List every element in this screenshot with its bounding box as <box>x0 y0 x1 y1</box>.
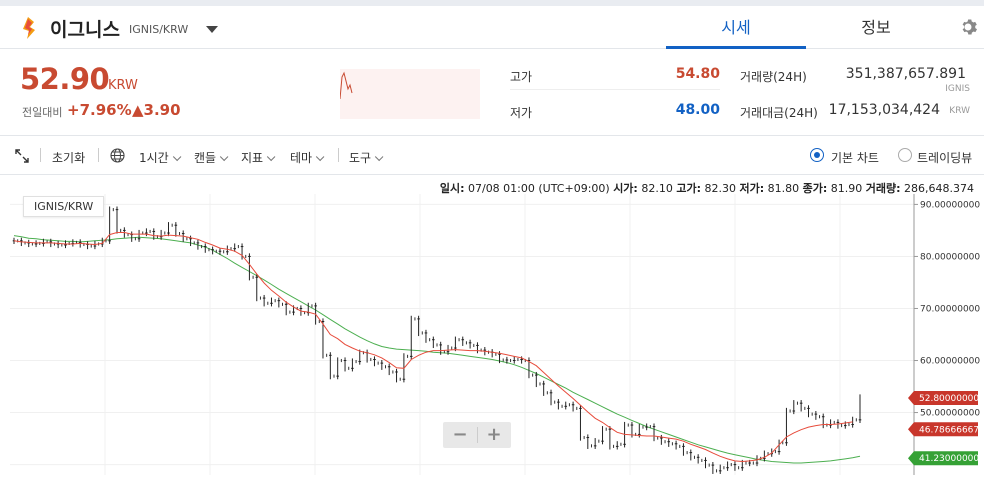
ohlc-readout: 일시: 07/08 01:00 (UTC+09:00) 시가: 82.10 고가… <box>440 180 974 196</box>
ignis-logo-icon <box>23 17 35 39</box>
gear-icon[interactable] <box>958 17 978 37</box>
symbol-tag: IGNIS/KRW <box>23 196 105 217</box>
divider <box>40 148 41 162</box>
low-label: 저가 <box>510 106 533 120</box>
ohlc-date: 07/08 01:00 (UTC+09:00) <box>467 182 610 195</box>
coin-header: 이그니스 IGNIS/KRW 시세 정보 <box>0 6 984 49</box>
ohlc-high: 82.30 <box>704 182 736 195</box>
candle-label: 캔들 <box>194 151 217 165</box>
y-tick-label: 50.00000000 <box>920 409 980 419</box>
low-row: 저가 48.00 <box>510 98 720 126</box>
coin-name: 이그니스 <box>50 19 120 41</box>
current-price: 52.90 <box>20 62 110 96</box>
ohlc-open-label: 시가: <box>613 182 638 195</box>
y-tick-label: 90.00000000 <box>920 200 980 210</box>
high-label: 고가 <box>510 70 533 84</box>
tools-select[interactable]: 도구 <box>349 149 384 166</box>
globe-icon[interactable] <box>110 148 125 163</box>
tradingview-radio[interactable] <box>898 148 912 162</box>
tradingview-label[interactable]: 트레이딩뷰 <box>917 149 972 166</box>
ohlc-close-label: 종가: <box>802 182 828 195</box>
basic-chart-label[interactable]: 기본 차트 <box>831 149 879 166</box>
tools-label: 도구 <box>349 151 372 165</box>
ohlc-low: 81.80 <box>767 182 800 195</box>
change-label: 전일대비 <box>22 106 63 119</box>
ohlc-close: 81.90 <box>830 182 863 195</box>
price-summary: 52.90 KRW 전일대비 +7.96% ▲3.90 고가 54.80 저가 … <box>0 49 984 136</box>
mini-sparkline <box>340 69 480 119</box>
coin-dropdown-icon[interactable] <box>206 26 218 33</box>
change-amount: ▲3.90 <box>132 101 181 119</box>
ohlc-volume-label: 거래량: <box>865 182 901 195</box>
coin-pair: IGNIS/KRW <box>129 23 189 36</box>
candle-select[interactable]: 캔들 <box>194 149 229 166</box>
basic-chart-radio[interactable] <box>810 148 824 162</box>
expand-icon[interactable] <box>15 149 29 163</box>
high-row: 고가 54.80 <box>510 62 720 90</box>
indicator-select[interactable]: 지표 <box>241 149 276 166</box>
amount-value: 17,153,034,424 <box>828 102 940 118</box>
zoom-in-button[interactable]: + <box>477 422 511 448</box>
ohlc-high-label: 고가: <box>676 182 701 195</box>
tab-price[interactable]: 시세 <box>666 6 806 49</box>
divider <box>98 148 99 162</box>
change-rate: +7.96% <box>67 101 132 119</box>
tab-info[interactable]: 정보 <box>806 6 946 49</box>
interval-label: 1시간 <box>139 151 169 165</box>
volume-value: 351,387,657.891 <box>845 66 966 82</box>
price-badge-label: 52.80000000 <box>919 394 979 404</box>
chevron-down-icon <box>266 152 276 162</box>
low-value: 48.00 <box>675 102 720 118</box>
amount-label: 거래대금(24H) <box>740 106 818 120</box>
price-badge-label: 41.23000000 <box>919 454 979 464</box>
chevron-down-icon <box>219 152 229 162</box>
price-chart[interactable]: 90.00000000 80.00000000 70.00000000 60.0000… <box>0 176 984 477</box>
price-badge-label: 46.78666667 <box>919 425 979 435</box>
volume-unit: IGNIS <box>945 84 970 94</box>
ohlc-date-label: 일시: <box>439 182 465 195</box>
chevron-down-icon <box>172 152 182 162</box>
zoom-control: − + <box>443 422 511 448</box>
chevron-down-icon <box>315 152 325 162</box>
ma-long-line <box>13 235 861 464</box>
y-tick-label: 60.00000000 <box>920 357 980 367</box>
chart-toolbar: 초기화 1시간 캔들 지표 테마 도구 기본 차트 트레이딩뷰 <box>0 137 984 175</box>
ohlc-low-label: 저가: <box>739 182 765 195</box>
y-tick-label: 70.00000000 <box>920 304 980 314</box>
volume-row: 거래량(24H) 351,387,657.891 IGNIS <box>740 62 970 94</box>
reset-button[interactable]: 초기화 <box>52 149 85 166</box>
high-value: 54.80 <box>675 66 720 82</box>
interval-select[interactable]: 1시간 <box>139 149 182 166</box>
amount-unit: KRW <box>949 106 970 116</box>
amount-row: 거래대금(24H) 17,153,034,424 KRW <box>740 98 970 126</box>
y-tick-label: 80.00000000 <box>920 252 980 262</box>
zoom-out-button[interactable]: − <box>443 422 477 448</box>
theme-label: 테마 <box>290 151 313 165</box>
divider <box>338 148 339 162</box>
price-unit: KRW <box>108 78 138 93</box>
chevron-down-icon <box>374 152 384 162</box>
ohlc-open: 82.10 <box>641 182 673 195</box>
indicator-label: 지표 <box>241 151 264 165</box>
ohlc-volume: 286,648.374 <box>904 182 974 195</box>
volume-label: 거래량(24H) <box>740 70 807 84</box>
theme-select[interactable]: 테마 <box>290 149 325 166</box>
